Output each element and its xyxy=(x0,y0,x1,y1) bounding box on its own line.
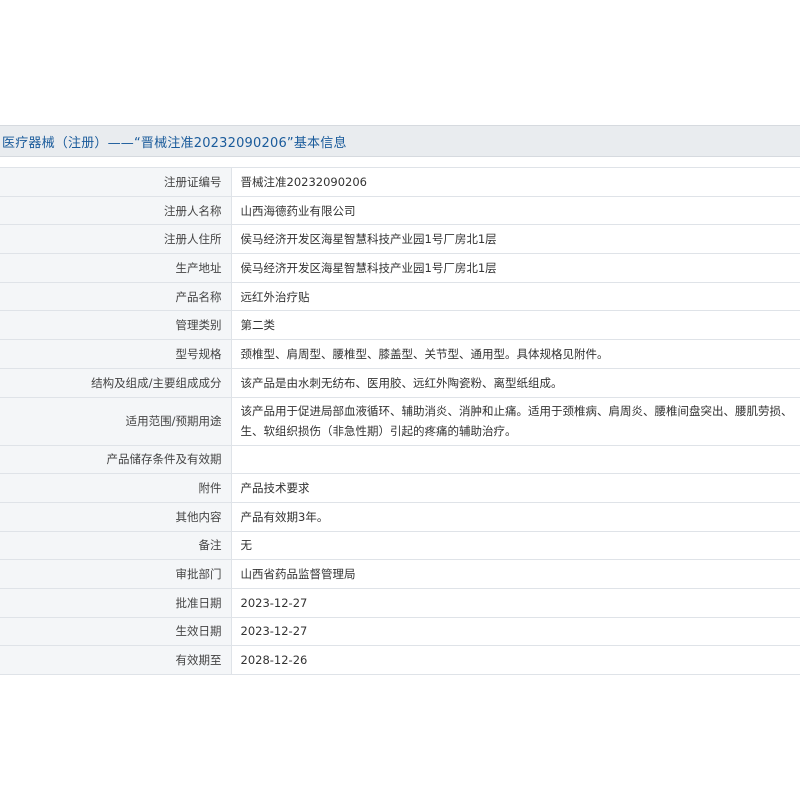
row-label: 生产地址 xyxy=(0,253,232,283)
table-row: 产品名称 远红外治疗贴 xyxy=(0,282,800,312)
row-value: 该产品是由水刺无纺布、医用胶、远红外陶瓷粉、离型纸组成。 xyxy=(231,368,800,398)
page: 医疗器械（注册）——“晋械注准20232090206”基本信息 注册证编号 晋械… xyxy=(0,0,800,800)
row-value: 侯马经济开发区海星智慧科技产业园1号厂房北1层 xyxy=(231,253,800,283)
row-value: 晋械注准20232090206 xyxy=(231,167,800,197)
table-row: 适用范围/预期用途 该产品用于促进局部血液循环、辅助消炎、消肿和止痛。适用于颈椎… xyxy=(0,397,800,446)
row-value: 2023-12-27 xyxy=(231,617,800,647)
row-label: 结构及组成/主要组成成分 xyxy=(0,368,232,398)
row-value-line: 生、软组织损伤（非急性期）引起的疼痛的辅助治疗。 xyxy=(240,424,517,438)
row-label: 注册人名称 xyxy=(0,196,232,226)
row-label: 审批部门 xyxy=(0,559,232,589)
row-value: 2028-12-26 xyxy=(231,645,800,675)
table-row: 审批部门 山西省药品监督管理局 xyxy=(0,559,800,589)
row-label: 批准日期 xyxy=(0,588,232,618)
row-label: 管理类别 xyxy=(0,310,232,341)
table-row: 注册证编号 晋械注准20232090206 xyxy=(0,167,800,197)
row-value: 产品技术要求 xyxy=(231,473,800,503)
row-label: 注册证编号 xyxy=(0,167,232,197)
table-row: 生产地址 侯马经济开发区海星智慧科技产业园1号厂房北1层 xyxy=(0,253,800,283)
section-header: 医疗器械（注册）——“晋械注准20232090206”基本信息 xyxy=(0,125,800,157)
row-label: 产品名称 xyxy=(0,282,232,312)
row-label: 生效日期 xyxy=(0,617,232,647)
row-value: 2023-12-27 xyxy=(231,588,800,618)
row-label: 附件 xyxy=(0,473,232,503)
row-label: 注册人住所 xyxy=(0,224,232,255)
table-row: 批准日期 2023-12-27 xyxy=(0,588,800,618)
row-value: 该产品用于促进局部血液循环、辅助消炎、消肿和止痛。适用于颈椎病、肩周炎、腰椎间盘… xyxy=(231,397,800,446)
row-value: 山西省药品监督管理局 xyxy=(231,559,800,589)
row-value: 无 xyxy=(231,531,800,561)
table-row: 有效期至 2028-12-26 xyxy=(0,645,800,675)
row-value-line: 该产品用于促进局部血液循环、辅助消炎、消肿和止痛。适用于颈椎病、肩周炎、腰椎间盘… xyxy=(240,404,793,418)
page-title: 医疗器械（注册）——“晋械注准20232090206”基本信息 xyxy=(2,136,347,151)
row-label: 其他内容 xyxy=(0,502,232,532)
table-row: 结构及组成/主要组成成分 该产品是由水刺无纺布、医用胶、远红外陶瓷粉、离型纸组成… xyxy=(0,368,800,398)
table-row: 管理类别 第二类 xyxy=(0,310,800,341)
table-row: 备注 无 xyxy=(0,531,800,561)
row-value: 山西海德药业有限公司 xyxy=(231,196,800,226)
table-row: 其他内容 产品有效期3年。 xyxy=(0,502,800,532)
row-label: 有效期至 xyxy=(0,645,232,675)
row-label: 产品储存条件及有效期 xyxy=(0,445,232,475)
row-label: 适用范围/预期用途 xyxy=(0,397,232,446)
row-label: 备注 xyxy=(0,531,232,561)
row-value: 产品有效期3年。 xyxy=(231,502,800,532)
table-row: 型号规格 颈椎型、肩周型、腰椎型、膝盖型、关节型、通用型。具体规格见附件。 xyxy=(0,339,800,369)
table-row: 附件 产品技术要求 xyxy=(0,473,800,503)
row-label: 型号规格 xyxy=(0,339,232,369)
row-value xyxy=(231,445,800,475)
row-value: 第二类 xyxy=(231,310,800,341)
table-row: 产品储存条件及有效期 xyxy=(0,445,800,475)
row-value: 颈椎型、肩周型、腰椎型、膝盖型、关节型、通用型。具体规格见附件。 xyxy=(231,339,800,369)
table-row: 生效日期 2023-12-27 xyxy=(0,617,800,647)
table-row: 注册人住所 侯马经济开发区海星智慧科技产业园1号厂房北1层 xyxy=(0,224,800,255)
row-value: 侯马经济开发区海星智慧科技产业园1号厂房北1层 xyxy=(231,224,800,255)
table-row: 注册人名称 山西海德药业有限公司 xyxy=(0,196,800,226)
row-value: 远红外治疗贴 xyxy=(231,282,800,312)
info-table: 注册证编号 晋械注准20232090206 注册人名称 山西海德药业有限公司 注… xyxy=(0,167,800,675)
